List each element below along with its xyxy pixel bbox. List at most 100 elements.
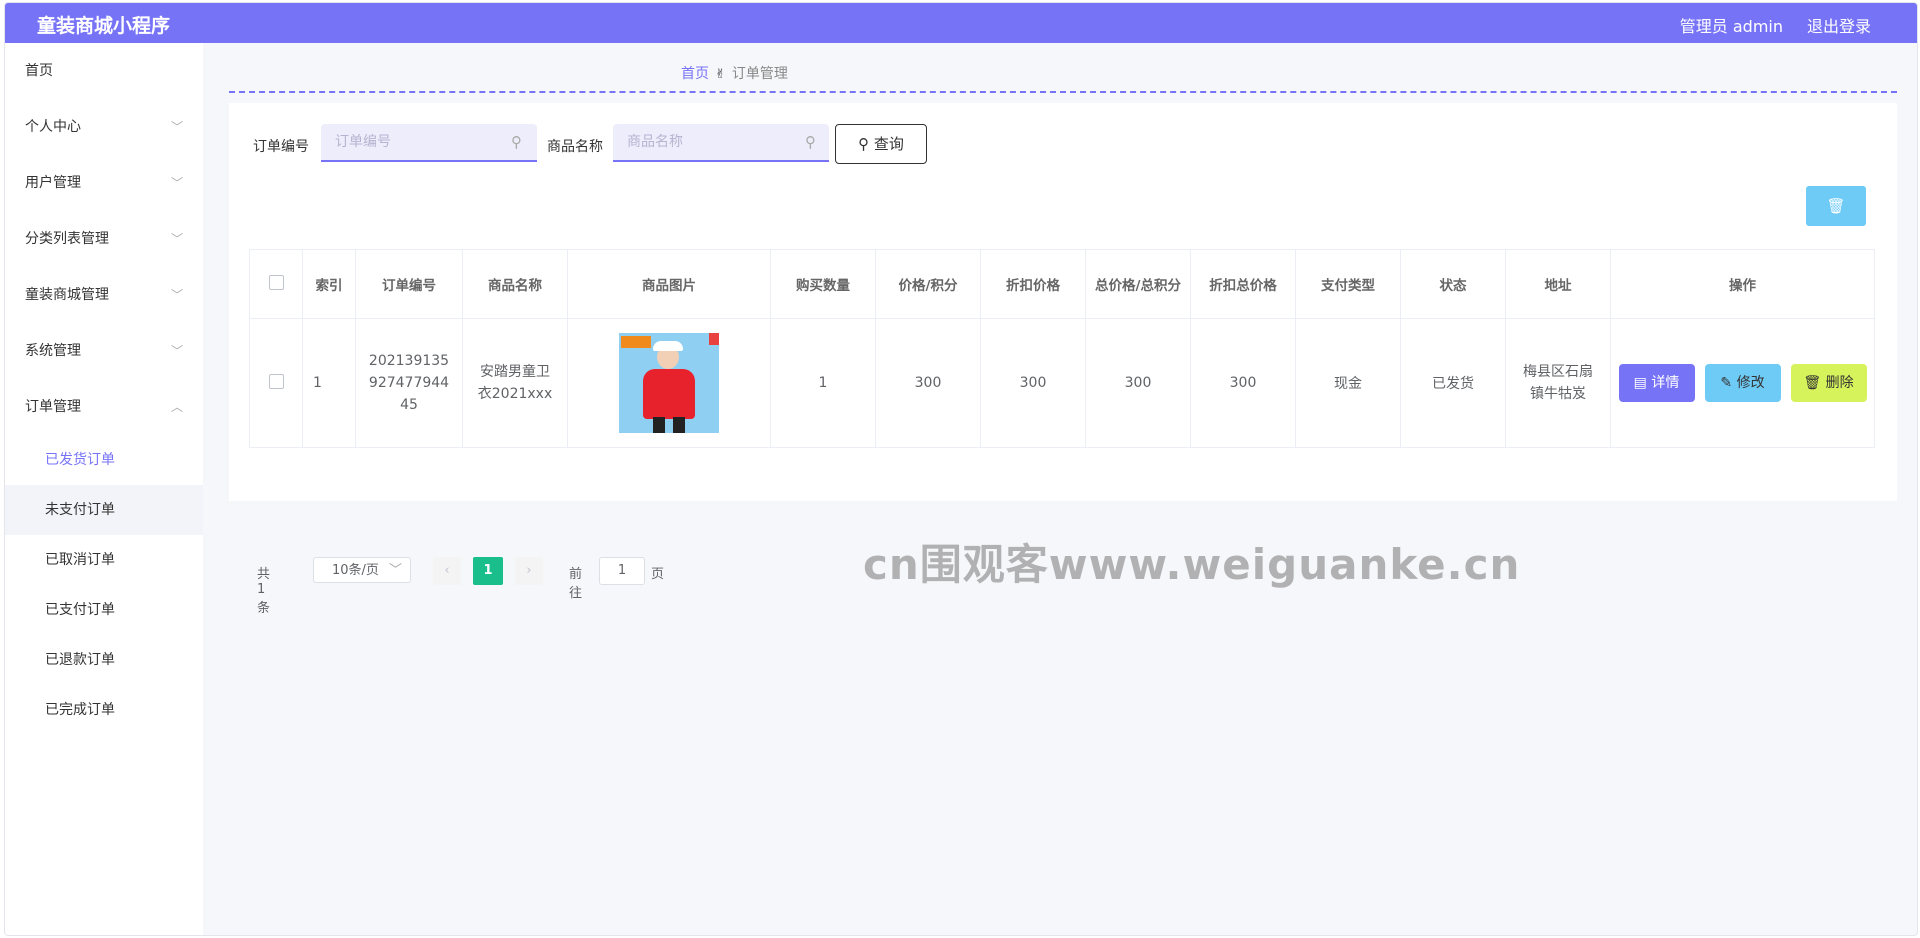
sidebar-item-label: 童装商城管理: [25, 287, 109, 303]
sidebar-item-personal-center[interactable]: 个人中心 ﹀: [5, 99, 203, 155]
chevron-down-icon: ﹀: [170, 232, 183, 246]
leg: [673, 417, 685, 433]
sidebar-item-mall-management[interactable]: 童装商城管理 ﹀: [5, 267, 203, 323]
orders-table: 索引 订单编号 商品名称 商品图片 购买数量 价格/积分 折扣价格 总价格/总积…: [249, 249, 1875, 448]
chevron-up-icon: ︿: [170, 400, 183, 414]
product-name-cell: 安踏男童卫衣2021xxx: [462, 318, 568, 448]
delete-button[interactable]: 🗑 删除: [1790, 364, 1867, 402]
sidebar-item-home[interactable]: 首页: [5, 43, 203, 99]
total-count: 共 1 条: [257, 567, 271, 616]
select-all-cell: [249, 249, 303, 319]
chevron-right-icon: ›: [526, 563, 532, 578]
content-panel: 订单编号 ⚲ 商品名称 ⚲ ⚲ 查询 🗑 索引 订单编号 商品名称 商品图片 购…: [229, 103, 1897, 589]
sidebar-subitem-paid-orders[interactable]: 已支付订单: [5, 585, 203, 635]
pay-type-cell: 现金: [1295, 318, 1401, 448]
sidebar-item-user-management[interactable]: 用户管理 ﹀: [5, 155, 203, 211]
order-no-input[interactable]: [321, 124, 537, 162]
detail-button[interactable]: ▤ 详情: [1618, 364, 1695, 402]
row-select-cell: [249, 318, 303, 448]
next-page-button[interactable]: ›: [515, 557, 543, 585]
edit-button-label: 修改: [1736, 375, 1765, 391]
app-frame: 童装商城小程序 管理员 admin 退出登录 首页 个人中心 ﹀ 用户管理 ﹀ 分类…: [4, 2, 1918, 936]
chevron-left-icon: ‹: [444, 563, 450, 578]
hand-icon: ✌: [715, 67, 726, 82]
order-no-cell: 20213913592747794445: [355, 318, 463, 448]
column-header: 支付类型: [1295, 249, 1401, 319]
brand-tag: [621, 336, 651, 348]
sidebar-subitem-shipped-orders[interactable]: 已发货订单: [5, 435, 203, 485]
sidebar-item-label: 系统管理: [25, 343, 81, 359]
price-cell: 300: [875, 318, 981, 448]
watermark: cn围观客www.weiguanke.cn: [863, 540, 1521, 589]
current-user-label: 管理员 admin: [1679, 17, 1783, 36]
sidebar-subitem-cancelled-orders[interactable]: 已取消订单: [5, 535, 203, 585]
chevron-down-icon: ﹀: [170, 120, 183, 134]
prev-page-button[interactable]: ‹: [433, 557, 461, 585]
index-cell: 1: [302, 318, 356, 448]
status-cell: 已发货: [1400, 318, 1506, 448]
sidebar-item-category-management[interactable]: 分类列表管理 ﹀: [5, 211, 203, 267]
column-header: 价格/积分: [875, 249, 981, 319]
sidebar-item-label: 个人中心: [25, 119, 81, 135]
column-header: 折扣总价格: [1190, 249, 1296, 319]
query-button[interactable]: ⚲ 查询: [835, 124, 927, 164]
goto-label: 前往: [569, 567, 583, 601]
product-name-label: 商品名称: [547, 139, 603, 155]
sidebar-item-label: 用户管理: [25, 175, 81, 191]
app-title: 童装商城小程序: [37, 15, 171, 37]
trash-icon: 🗑: [1826, 197, 1846, 215]
chevron-down-icon: ﹀: [170, 288, 183, 302]
row-checkbox[interactable]: [268, 373, 284, 389]
top-header: 童装商城小程序 管理员 admin 退出登录: [5, 3, 1917, 43]
sidebar-item-label: 分类列表管理: [25, 231, 109, 247]
page-size-value: 10条/页: [332, 563, 379, 578]
column-header: 订单编号: [355, 249, 463, 319]
discount-price-cell: 300: [980, 318, 1086, 448]
select-all-checkbox[interactable]: [268, 274, 284, 290]
detail-button-label: 详情: [1651, 375, 1680, 391]
column-header: 索引: [302, 249, 356, 319]
table-header-row: 索引 订单编号 商品名称 商品图片 购买数量 价格/积分 折扣价格 总价格/总积…: [249, 249, 1875, 319]
white-cap: [653, 341, 683, 351]
column-header: 折扣价格: [980, 249, 1086, 319]
goto-page-input[interactable]: 1: [599, 557, 645, 585]
chevron-down-icon: ﹀: [170, 344, 183, 358]
page-size-select[interactable]: 10条/页 ﹀: [313, 557, 411, 583]
edit-button[interactable]: ✎ 修改: [1704, 364, 1781, 402]
column-header: 地址: [1505, 249, 1611, 319]
chevron-down-icon: ﹀: [170, 176, 183, 190]
leg: [653, 417, 665, 433]
product-image: [619, 333, 719, 433]
column-header: 商品名称: [462, 249, 568, 319]
address-cell: 梅县区石扇镇牛牯岌: [1505, 318, 1611, 448]
total-cell: 300: [1085, 318, 1191, 448]
divider: [229, 91, 1897, 93]
column-header: 状态: [1400, 249, 1506, 319]
search-icon: ⚲: [858, 135, 874, 153]
bulk-delete-button[interactable]: 🗑: [1806, 186, 1866, 226]
product-image-cell: [567, 318, 771, 448]
sidebar-subitem-completed-orders[interactable]: 已完成订单: [5, 685, 203, 735]
page-suffix: 页: [651, 567, 665, 582]
column-header: 操作: [1610, 249, 1875, 319]
search-icon: ⚲: [805, 133, 816, 151]
quantity-cell: 1: [770, 318, 876, 448]
sidebar-subitem-refunded-orders[interactable]: 已退款订单: [5, 635, 203, 685]
operations-cell: ▤ 详情 ✎ 修改 🗑 删除: [1610, 318, 1875, 448]
breadcrumb-current: 订单管理: [731, 66, 788, 82]
product-name-input[interactable]: [613, 124, 829, 162]
breadcrumb-home-link[interactable]: 首页: [681, 66, 709, 82]
sidebar: 首页 个人中心 ﹀ 用户管理 ﹀ 分类列表管理 ﹀ 童装商城管理 ﹀ 系统管理 ﹀ 订单管…: [5, 43, 203, 935]
sidebar-item-label: 首页: [25, 63, 53, 79]
page-number-current[interactable]: 1: [473, 557, 503, 585]
sidebar-item-label: 订单管理: [25, 399, 81, 415]
trash-icon: 🗑: [1803, 375, 1826, 391]
table-row: 1 20213913592747794445 安踏男童卫衣2021xxx 1 3…: [249, 318, 1875, 448]
sidebar-item-system-management[interactable]: 系统管理 ﹀: [5, 323, 203, 379]
document-icon: ▤: [1633, 375, 1652, 391]
order-no-label: 订单编号: [253, 139, 309, 155]
logout-link[interactable]: 退出登录: [1807, 13, 1871, 37]
sidebar-item-order-management[interactable]: 订单管理 ︿: [5, 379, 203, 435]
sidebar-subitem-unpaid-orders[interactable]: 未支付订单: [5, 485, 203, 535]
promo-tag: [709, 333, 719, 345]
